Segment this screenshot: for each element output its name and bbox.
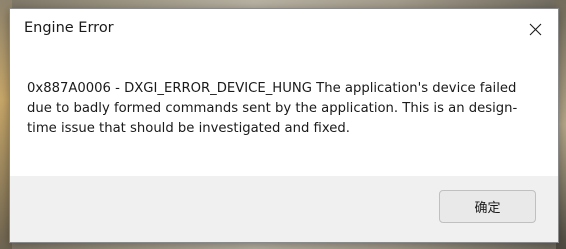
message-area: 0x887A0006 - DXGI_ERROR_DEVICE_HUNG The …	[10, 49, 558, 178]
title-bar: Engine Error	[10, 9, 558, 49]
error-message: 0x887A0006 - DXGI_ERROR_DEVICE_HUNG The …	[27, 81, 518, 136]
error-dialog: Engine Error 0x887A0006 - DXGI_ERROR_DEV…	[9, 8, 559, 243]
ok-button[interactable]: 确定	[439, 190, 536, 223]
button-bar: 确定	[10, 176, 558, 242]
close-icon	[529, 23, 541, 35]
dialog-title: Engine Error	[24, 20, 114, 36]
close-button[interactable]	[512, 9, 558, 49]
